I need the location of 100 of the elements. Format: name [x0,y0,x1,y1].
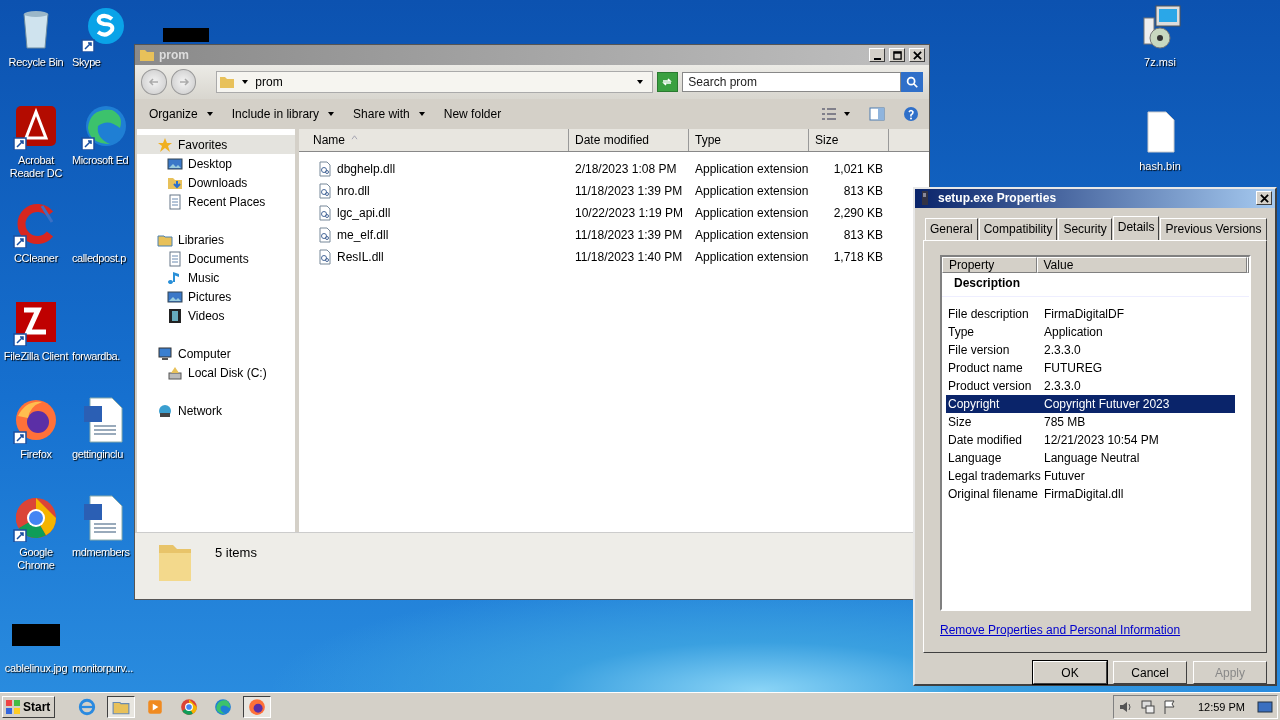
search-field[interactable]: Search prom [682,72,901,92]
desktop-icon-label[interactable]: FileZilla Client [1,350,71,363]
toolbar-button[interactable]: Include in library [231,105,336,123]
computer-icon [157,345,173,362]
refresh-button[interactable] [656,72,679,92]
navigation-item[interactable]: Network [137,401,295,420]
details-row[interactable]: File version 2.3.3.0 [946,340,1235,359]
dll-file-icon [317,183,333,199]
maximize-button[interactable] [889,48,905,62]
desktop-icon-label[interactable]: Google Chrome [1,546,71,572]
desktop-icon-label[interactable]: Acrobat Reader DC [1,154,71,180]
details-row[interactable]: Product version 2.3.3.0 [946,376,1235,395]
details-row[interactable]: Size 785 MB [946,412,1235,431]
column-header[interactable]: Size [809,129,889,151]
dropdown-icon[interactable] [635,78,644,86]
forward-arrow-icon [177,76,190,88]
close-button[interactable] [1256,191,1272,206]
desktop-icon-label[interactable]: mdmembers [72,546,130,559]
taskbar-button[interactable] [107,695,136,718]
desktop-icon-label[interactable]: CCleaner [1,252,71,265]
flag-icon[interactable] [1161,698,1178,715]
column-header[interactable]: Type [689,129,809,151]
navigation-item[interactable]: Favorites [137,135,295,154]
remove-properties-link[interactable]: Remove Properties and Personal Information [940,622,1181,637]
column-header[interactable]: Name [299,129,569,151]
dropdown-icon[interactable] [843,110,851,118]
column-header[interactable]: Date modified [569,129,689,151]
caret-icon[interactable] [241,78,250,86]
close-button[interactable] [909,48,925,62]
group-header: Description [942,272,1249,297]
details-row[interactable]: Type Application [946,322,1235,341]
navigation-item[interactable]: Libraries [137,230,295,249]
show-desktop-icon[interactable] [1257,698,1273,715]
clock[interactable]: 12:59 PM [1197,700,1245,713]
desktop-icon-label[interactable]: calledpost.p [72,252,126,265]
desktop-icon-label[interactable]: Microsoft Ed [72,154,129,167]
navigation-item[interactable]: Pictures [137,287,295,306]
desktop-icon-label[interactable]: forwardba. [72,350,120,363]
tab[interactable]: Compatibility [978,217,1058,241]
table-cell-text: 1,718 KB [832,250,884,264]
desktop-icon-label[interactable]: Skype [72,56,101,69]
taskbar-button[interactable] [243,695,272,718]
details-row[interactable]: Date modified 12/21/2023 10:54 PM [946,430,1235,449]
desktop-icon-label[interactable]: hash.bin [1139,160,1181,173]
column-header[interactable]: Value [1036,256,1247,273]
table-cell-text: Application extension [694,184,809,198]
desktop-icon-label[interactable]: 7z.msi [1144,56,1176,69]
navigation-item[interactable]: Videos [137,306,295,325]
navigation-item[interactable]: Downloads [137,173,295,192]
network-icon [157,402,173,419]
navigation-item[interactable]: Music [137,268,295,287]
dll-file-icon [317,161,333,177]
desktop-icon-label[interactable]: monitorpurv... [72,662,133,675]
tab[interactable]: General [925,217,978,241]
toolbar-button[interactable]: Share with [353,105,426,123]
dialog-button[interactable]: OK [1033,661,1107,684]
file-name[interactable]: lgc_api.dll [337,206,391,220]
file-name[interactable]: dbghelp.dll [337,162,396,176]
app-icon [180,697,199,716]
desktop-icon-label[interactable]: Recycle Bin [1,56,71,69]
navigation-item[interactable]: Documents [137,249,295,268]
table-cell-text: 11/18/2023 1:39 PM [574,184,684,198]
file-name[interactable]: me_elf.dll [337,228,389,242]
navigation-item[interactable]: Computer [137,344,295,363]
details-row[interactable]: Copyright Copyright Futuver 2023 [946,394,1235,413]
pictures-icon [167,288,183,305]
navigation-item[interactable]: Desktop [137,154,295,173]
windows-flag-icon [5,698,21,715]
desktop-icon-label[interactable]: gettinginclu [72,448,123,461]
start-button[interactable]: Start [2,695,56,718]
toolbar-button[interactable]: New folder [443,105,502,123]
star-icon [157,136,173,153]
details-row[interactable]: Language Language Neutral [946,448,1235,467]
navigation-item[interactable]: Recent Places [137,192,295,211]
file-name[interactable]: ResIL.dll [337,250,384,264]
details-row[interactable]: Original filename FirmaDigital.dll [946,484,1235,503]
dll-file-icon [317,227,333,243]
tab[interactable]: Previous Versions [1160,217,1267,241]
details-row[interactable]: Legal trademarks Futuver [946,466,1235,485]
dialog-button[interactable]: Cancel [1113,661,1187,684]
toolbar-button[interactable]: Organize [149,105,214,123]
help-icon[interactable] [903,106,919,122]
file-name[interactable]: hro.dll [337,184,370,198]
details-row[interactable]: Product name FUTUREG [946,358,1235,377]
tab[interactable]: Details [1112,215,1160,241]
table-cell-text: Application extension [694,162,809,176]
dll-file-icon [317,205,333,221]
minimize-button[interactable] [869,48,885,62]
network-icon[interactable] [1139,698,1156,715]
navigation-item[interactable]: Local Disk (C:) [137,363,295,382]
search-button[interactable] [901,72,923,92]
desktop-icon-label[interactable]: cablelinux.jpg [1,662,71,675]
column-header[interactable]: Property [942,256,1037,273]
details-row[interactable]: File description FirmaDigitalDF [946,304,1235,323]
desktop-icon-label[interactable]: Firefox [1,448,71,461]
address-bar[interactable]: prom [216,71,653,93]
view-options-icon[interactable] [821,106,837,122]
tab[interactable]: Security [1058,217,1112,241]
folder-icon [219,74,236,90]
app-icon [78,697,97,716]
